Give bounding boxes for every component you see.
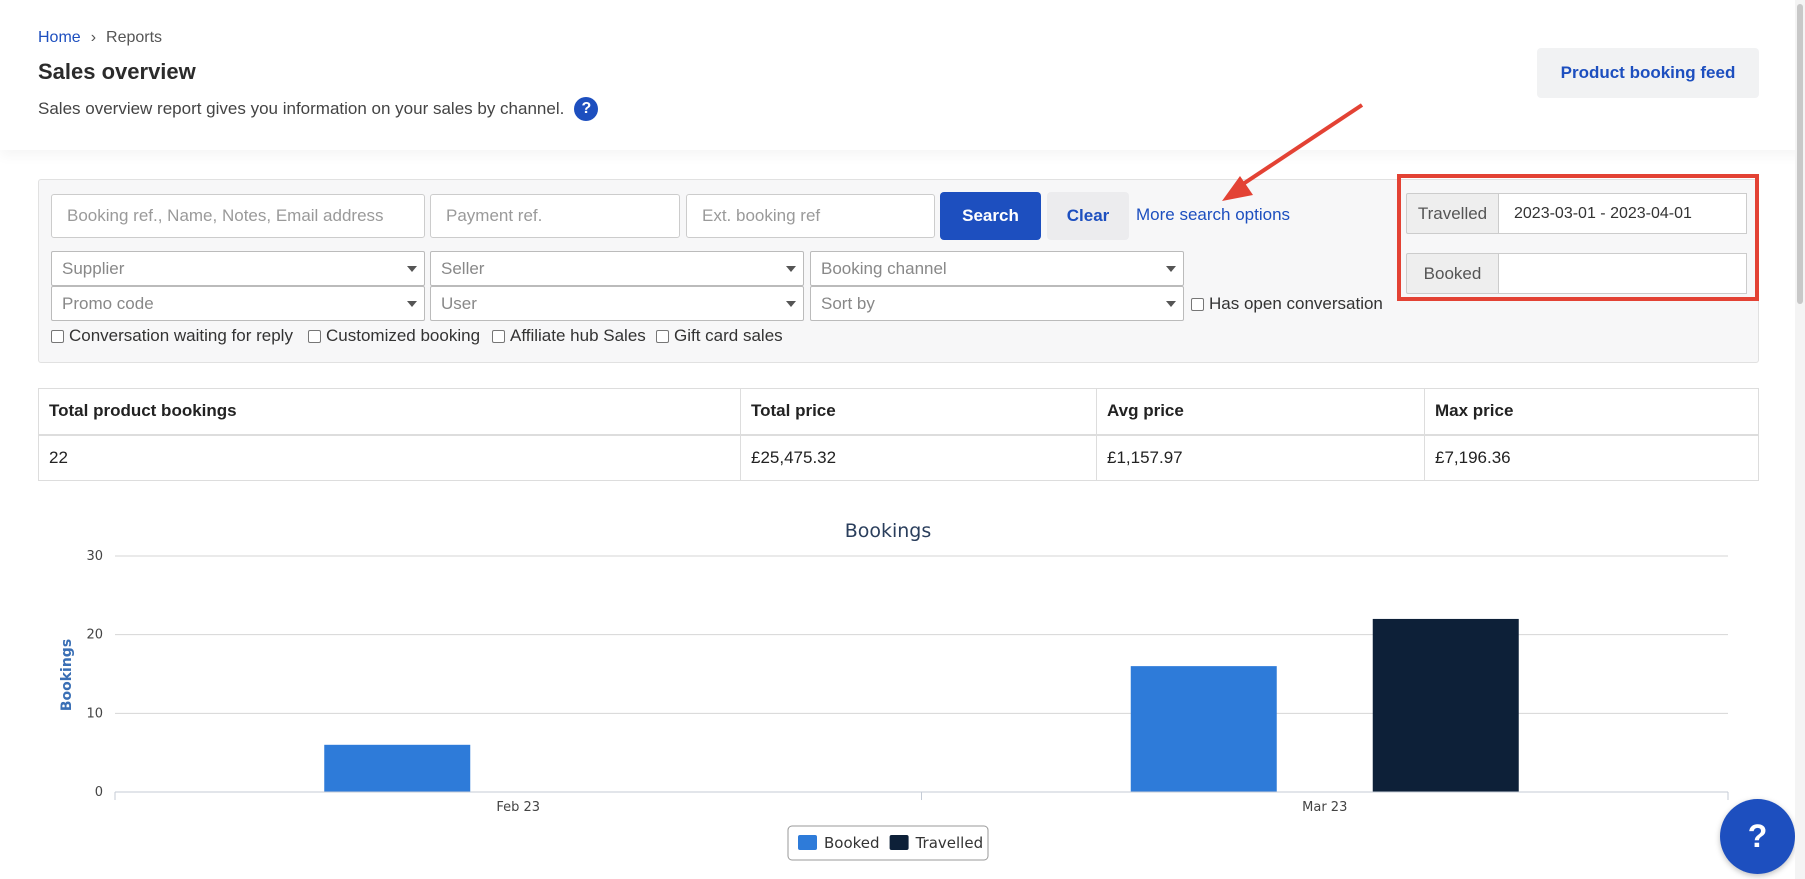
y-tick-label: 20: [86, 628, 103, 643]
x-tick-label: Feb 23: [496, 800, 540, 815]
chart-y-axis-label: Bookings: [59, 639, 75, 711]
scrollbar-thumb[interactable]: [1797, 4, 1803, 304]
legend-label-travelled: Travelled: [915, 834, 984, 852]
summary-table: Total product bookings Total price Avg p…: [38, 388, 1759, 481]
legend-swatch-booked: [798, 835, 817, 850]
y-tick-label: 10: [86, 706, 103, 721]
total-bookings-value: 22: [38, 434, 741, 481]
bar-booked-1: [1130, 666, 1277, 792]
legend-label-booked: Booked: [824, 834, 880, 852]
help-chat-button[interactable]: ?: [1720, 799, 1795, 874]
y-tick-label: 30: [86, 549, 103, 564]
summary-header-row: Total product bookings Total price Avg p…: [38, 388, 1759, 436]
bar-booked-0: [324, 744, 471, 792]
total-price-value: £25,475.32: [740, 434, 1097, 481]
max-price-value: £7,196.36: [1424, 434, 1759, 481]
bar-travelled-1: [1372, 618, 1519, 792]
avg-price-value: £1,157.97: [1096, 434, 1425, 481]
chart-title: Bookings: [845, 520, 932, 542]
bookings-chart: Bookings Bookings 0 10 20 30 Feb 23 Mar 23 Bo…: [59, 520, 1729, 861]
table-row: 22 £25,475.32 £1,157.97 £7,196.36: [38, 434, 1759, 481]
x-tick-label: Mar 23: [1302, 800, 1347, 815]
legend-swatch-travelled: [889, 835, 909, 850]
summary-header: Total product bookings: [38, 388, 741, 436]
summary-header: Max price: [1424, 388, 1759, 436]
summary-header: Avg price: [1096, 388, 1425, 436]
summary-header: Total price: [740, 388, 1097, 436]
y-tick-label: 0: [95, 785, 103, 800]
